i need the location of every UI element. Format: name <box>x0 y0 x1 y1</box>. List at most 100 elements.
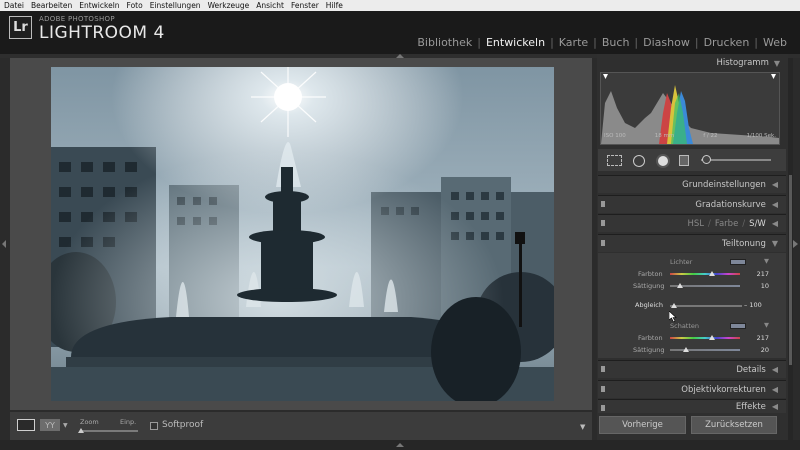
panel-switch-icon[interactable] <box>601 201 605 207</box>
chevron-left-icon: ◀ <box>771 365 778 374</box>
softproof-checkbox[interactable] <box>150 422 158 430</box>
abgleich-knob[interactable] <box>671 303 677 308</box>
abgleich-label: Abgleich <box>635 301 664 309</box>
panel-label: Details <box>736 364 766 375</box>
abgleich-slider[interactable] <box>670 305 742 307</box>
lichter-saettigung-label: Sättigung <box>633 282 665 290</box>
loupe-view-button[interactable] <box>17 419 35 431</box>
panel-label: Effekte <box>735 401 766 412</box>
panel-switch-icon[interactable] <box>601 405 605 411</box>
lichter-farbton-label: Farbton <box>638 270 663 278</box>
panel-teiltonung[interactable]: Teiltonung ▼ <box>598 234 786 252</box>
shutter-speed: 1/100 Sek. <box>746 133 776 139</box>
chevron-left-icon: ◀ <box>771 385 778 394</box>
menu-fenster[interactable]: Fenster <box>291 1 319 10</box>
module-drucken[interactable]: Drucken <box>699 36 755 49</box>
panel-switch-icon[interactable] <box>601 240 605 246</box>
exif-info: ISO 100 18 mm f / 22 1/100 Sek. <box>600 133 780 139</box>
panel-switch-icon[interactable] <box>601 220 605 226</box>
tab-hsl[interactable]: HSL <box>687 219 704 229</box>
menu-bearbeiten[interactable]: Bearbeiten <box>31 1 72 10</box>
panel-effekte[interactable]: Effekte ◀ <box>598 399 786 413</box>
lichter-color-swatch[interactable] <box>730 259 746 265</box>
panel-label: Objektivkorrekturen <box>681 384 766 395</box>
panel-details[interactable]: Details ◀ <box>598 360 786 378</box>
fountain-photo[interactable] <box>51 67 554 401</box>
menu-einstellungen[interactable]: Einstellungen <box>150 1 201 10</box>
histogram-header[interactable]: Histogramm ▼ <box>597 54 788 72</box>
module-diashow[interactable]: Diashow <box>638 36 695 49</box>
chevron-left-icon: ◀ <box>771 180 778 189</box>
collapse-right-icon[interactable] <box>793 240 798 248</box>
schatten-farbton-knob[interactable] <box>709 335 715 340</box>
panel-grundeinstellungen[interactable]: Grundeinstellungen ◀ <box>598 175 786 193</box>
schatten-saettigung-label: Sättigung <box>633 346 665 354</box>
module-web[interactable]: Web <box>758 36 792 49</box>
crop-tool-icon[interactable] <box>607 155 622 166</box>
menu-hilfe[interactable]: Hilfe <box>326 1 343 10</box>
panel-objektivkorrekturen[interactable]: Objektivkorrekturen ◀ <box>598 380 786 398</box>
collapse-bottom-icon[interactable] <box>396 443 404 447</box>
panel-switch-icon[interactable] <box>601 366 605 372</box>
module-bibliothek[interactable]: Bibliothek <box>412 36 477 49</box>
brush-slider-knob[interactable] <box>702 155 711 164</box>
lichter-farbton-value[interactable]: 217 <box>749 270 769 278</box>
reset-button[interactable]: Zurücksetzen <box>691 416 777 434</box>
lightroom-logo: Lr <box>9 16 32 39</box>
menu-ansicht[interactable]: Ansicht <box>256 1 284 10</box>
menu-foto[interactable]: Foto <box>127 1 143 10</box>
brush-slider[interactable] <box>701 159 771 161</box>
aperture-value: f / 22 <box>703 133 718 139</box>
red-eye-icon[interactable] <box>656 154 670 168</box>
schatten-saettigung-knob[interactable] <box>683 347 689 352</box>
scrollbar-thumb[interactable] <box>789 175 792 365</box>
chevron-left-icon: ◀ <box>771 402 778 411</box>
spot-removal-icon[interactable] <box>633 155 645 167</box>
previous-button[interactable]: Vorherige <box>599 416 686 434</box>
graduated-filter-icon[interactable] <box>679 155 689 166</box>
zoom-slider-knob[interactable] <box>78 428 84 433</box>
panel-label: Grundeinstellungen <box>682 179 766 190</box>
zoom-value[interactable]: Einp. <box>120 418 136 426</box>
schatten-color-swatch[interactable] <box>730 323 746 329</box>
before-after-view-button[interactable]: YY <box>40 419 60 431</box>
schatten-farbton-slider[interactable] <box>670 337 740 339</box>
schatten-farbton-value[interactable]: 217 <box>749 334 769 342</box>
panel-label: Teiltonung <box>722 238 766 249</box>
brand-title: LIGHTROOM 4 <box>39 23 165 43</box>
panel-switch-icon[interactable] <box>601 386 605 392</box>
lichter-saettigung-knob[interactable] <box>677 283 683 288</box>
chevron-down-icon[interactable]: ▼ <box>764 257 769 265</box>
lichter-farbton-slider[interactable] <box>670 273 740 275</box>
module-buch[interactable]: Buch <box>597 36 635 49</box>
menu-werkzeuge[interactable]: Werkzeuge <box>208 1 250 10</box>
menu-entwickeln[interactable]: Entwickeln <box>79 1 119 10</box>
module-picker: Bibliothek | Entwickeln | Karte | Buch | Dia… <box>412 36 792 49</box>
collapse-left-icon[interactable] <box>2 240 6 248</box>
toolbar-menu-icon[interactable]: ▼ <box>580 423 585 431</box>
tab-farbe[interactable]: Farbe <box>715 219 738 229</box>
schatten-farbton-label: Farbton <box>638 334 663 342</box>
chevron-left-icon: ◀ <box>771 200 778 209</box>
brand-subtitle: ADOBE PHOTOSHOP <box>39 15 115 23</box>
focal-length: 18 mm <box>654 133 675 139</box>
chevron-down-icon[interactable]: ▼ <box>63 422 68 429</box>
menu-datei[interactable]: Datei <box>4 1 24 10</box>
lichter-farbton-knob[interactable] <box>709 271 715 276</box>
module-karte[interactable]: Karte <box>554 36 593 49</box>
zoom-label: Zoom <box>80 418 99 426</box>
lichter-saettigung-value[interactable]: 10 <box>749 282 769 290</box>
chevron-left-icon: ◀ <box>771 219 778 228</box>
schatten-saettigung-slider[interactable] <box>670 349 740 351</box>
panel-hsl[interactable]: HSL / Farbe / S/W ◀ <box>598 214 786 232</box>
abgleich-value[interactable]: – 100 <box>744 301 762 309</box>
module-entwickeln[interactable]: Entwickeln <box>481 36 550 49</box>
bottom-toolbar <box>10 412 592 440</box>
chevron-down-icon[interactable]: ▼ <box>764 321 769 329</box>
tab-separator: / <box>707 218 711 229</box>
tab-sw[interactable]: S/W <box>749 219 766 229</box>
schatten-saettigung-value[interactable]: 20 <box>749 346 769 354</box>
panel-label: Gradationskurve <box>695 199 766 210</box>
zoom-slider[interactable] <box>80 430 138 432</box>
panel-gradationskurve[interactable]: Gradationskurve ◀ <box>598 195 786 213</box>
